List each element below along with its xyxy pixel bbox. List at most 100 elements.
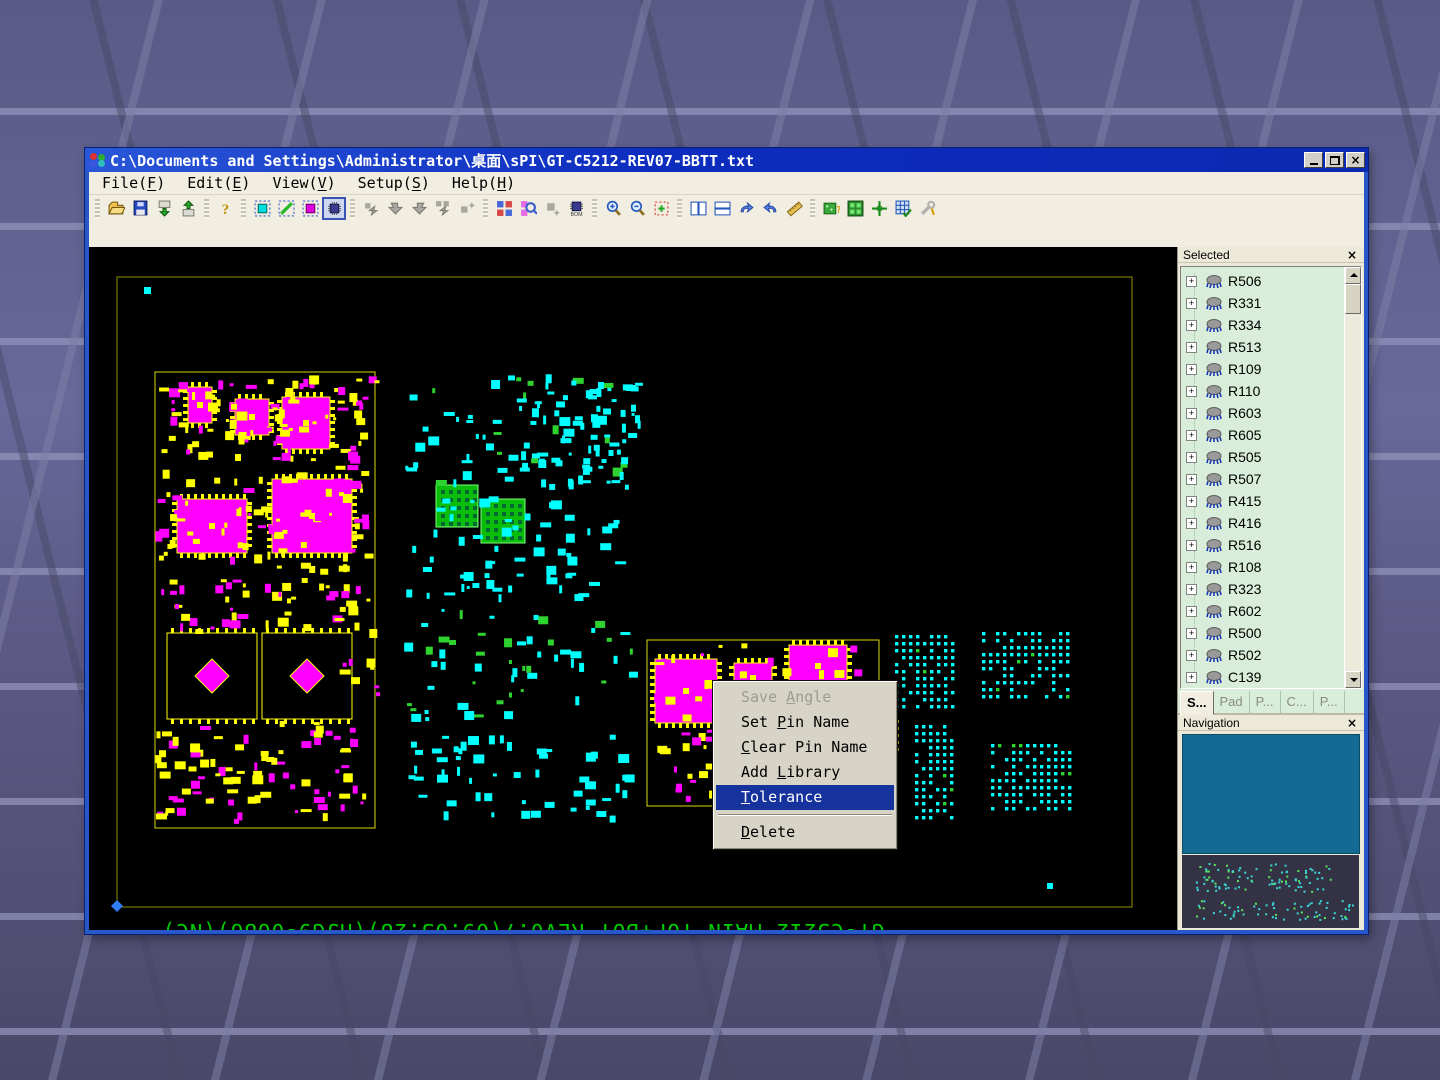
expand-toggle-icon[interactable]: + [1186, 474, 1197, 485]
tree-row-r416[interactable]: +R416 [1181, 512, 1344, 534]
toolbar-button-bom-grid[interactable] [843, 197, 867, 220]
navigation-panel-header[interactable]: Navigation × [1178, 715, 1364, 731]
toolbar-button-open-file[interactable] [104, 197, 128, 220]
expand-toggle-icon[interactable]: + [1186, 496, 1197, 507]
menu-item-setup[interactable]: Setup(S) [347, 172, 441, 194]
toolbar-button-split-horizontal[interactable] [710, 197, 734, 220]
tree-scrollbar[interactable] [1344, 267, 1361, 688]
toolbar-button-align-parts[interactable] [492, 197, 516, 220]
tree-row-r415[interactable]: +R415 [1181, 490, 1344, 512]
toolbar-button-center-cross[interactable] [867, 197, 891, 220]
minimize-button[interactable] [1304, 152, 1323, 168]
expand-toggle-icon[interactable]: + [1186, 298, 1197, 309]
expand-toggle-icon[interactable]: + [1186, 606, 1197, 617]
context-menu-item-tolerance[interactable]: Tolerance [716, 785, 894, 810]
tree-row-r506[interactable]: +R506 [1181, 270, 1344, 292]
expand-toggle-icon[interactable]: + [1186, 540, 1197, 551]
tree-row-r513[interactable]: +R513 [1181, 336, 1344, 358]
toolbar-button-rotate-part[interactable] [383, 197, 407, 220]
toolbar-button-bom-part[interactable]: BOM [564, 197, 588, 220]
navigation-panel-close-icon[interactable]: × [1345, 716, 1359, 730]
tab-p2[interactable]: P... [1314, 691, 1345, 713]
tree-row-r109[interactable]: +R109 [1181, 358, 1344, 380]
scroll-down-button[interactable] [1345, 671, 1361, 688]
component-tree[interactable]: +R506+R331+R334+R513+R109+R110+R603+R605… [1181, 267, 1344, 688]
expand-toggle-icon[interactable]: + [1186, 408, 1197, 419]
tree-row-r110[interactable]: +R110 [1181, 380, 1344, 402]
toolbar-button-move-pin[interactable] [359, 197, 383, 220]
toolbar-button-part-sparkle[interactable] [455, 197, 479, 220]
expand-toggle-icon[interactable]: + [1186, 518, 1197, 529]
scroll-thumb[interactable] [1345, 284, 1361, 314]
menu-item-file[interactable]: File(F) [91, 172, 176, 194]
toolbar-button-rotate-part2[interactable] [407, 197, 431, 220]
toolbar-button-move-group[interactable] [431, 197, 455, 220]
tree-row-r500[interactable]: +R500 [1181, 622, 1344, 644]
menu-item-help[interactable]: Help(H) [441, 172, 526, 194]
tree-row-r605[interactable]: +R605 [1181, 424, 1344, 446]
tree-row-r516[interactable]: +R516 [1181, 534, 1344, 556]
toolbar-button-draw-line-tool[interactable] [274, 197, 298, 220]
context-menu-item-set-pin-name[interactable]: Set Pin Name [716, 710, 894, 735]
toolbar-button-board-info[interactable]: ? [819, 197, 843, 220]
expand-toggle-icon[interactable]: + [1186, 364, 1197, 375]
toolbar-button-undo[interactable] [758, 197, 782, 220]
expand-toggle-icon[interactable]: + [1186, 386, 1197, 397]
tree-row-r505[interactable]: +R505 [1181, 446, 1344, 468]
menu-item-view[interactable]: View(V) [261, 172, 346, 194]
toolbar-button-grid-settings[interactable] [891, 197, 915, 220]
expand-toggle-icon[interactable]: + [1186, 672, 1197, 683]
expand-toggle-icon[interactable]: + [1186, 452, 1197, 463]
tree-row-r331[interactable]: +R331 [1181, 292, 1344, 314]
selected-panel-header[interactable]: Selected × [1178, 247, 1364, 263]
close-button[interactable]: × [1346, 152, 1365, 168]
scroll-track[interactable] [1345, 314, 1361, 671]
toolbar-button-find-part[interactable] [516, 197, 540, 220]
tab-p1[interactable]: P... [1250, 691, 1281, 713]
tree-row-r323[interactable]: +R323 [1181, 578, 1344, 600]
toolbar-button-save-file[interactable] [128, 197, 152, 220]
toolbar-button-import-down[interactable] [152, 197, 176, 220]
expand-toggle-icon[interactable]: + [1186, 430, 1197, 441]
context-menu-item-add-library[interactable]: Add Library [716, 760, 894, 785]
tab-s[interactable]: S... [1180, 691, 1214, 715]
tree-row-r108[interactable]: +R108 [1181, 556, 1344, 578]
expand-toggle-icon[interactable]: + [1186, 584, 1197, 595]
toolbar-button-export-up[interactable] [176, 197, 200, 220]
toolbar-button-zoom-in[interactable] [601, 197, 625, 220]
tree-row-c139[interactable]: +C139 [1181, 666, 1344, 688]
nav-board-thumbnail[interactable] [1182, 855, 1359, 928]
toolbar-button-component-tool[interactable] [322, 197, 346, 220]
tab-c[interactable]: C... [1281, 691, 1314, 713]
expand-toggle-icon[interactable]: + [1186, 562, 1197, 573]
tree-row-r502[interactable]: +R502 [1181, 644, 1344, 666]
context-menu-item-delete[interactable]: Delete [716, 820, 894, 845]
expand-toggle-icon[interactable]: + [1186, 342, 1197, 353]
tab-pad[interactable]: Pad [1214, 691, 1250, 713]
tree-row-r334[interactable]: +R334 [1181, 314, 1344, 336]
tree-row-r602[interactable]: +R602 [1181, 600, 1344, 622]
title-bar[interactable]: C:\Documents and Settings\Administrator\… [85, 148, 1368, 172]
toolbar-button-split-vertical[interactable] [686, 197, 710, 220]
tree-row-r507[interactable]: +R507 [1181, 468, 1344, 490]
toolbar-button-redo[interactable] [734, 197, 758, 220]
context-menu-item-clear-pin-name[interactable]: Clear Pin Name [716, 735, 894, 760]
toolbar-button-highlight-part[interactable] [540, 197, 564, 220]
restore-button[interactable] [1325, 152, 1344, 168]
scroll-up-button[interactable] [1345, 267, 1361, 284]
expand-toggle-icon[interactable]: + [1186, 628, 1197, 639]
toolbar-button-select-pad-tool[interactable] [250, 197, 274, 220]
pcb-canvas[interactable]: GT-C5212 MAIN TOP+BOT REV0.7(09.03.28)(H… [89, 247, 1177, 930]
toolbar-button-zoom-out[interactable] [625, 197, 649, 220]
selected-panel-close-icon[interactable]: × [1345, 248, 1359, 262]
tree-row-r603[interactable]: +R603 [1181, 402, 1344, 424]
toolbar-button-zoom-fit[interactable] [649, 197, 673, 220]
expand-toggle-icon[interactable]: + [1186, 650, 1197, 661]
toolbar-button-help[interactable]: ? [213, 197, 237, 220]
expand-toggle-icon[interactable]: + [1186, 320, 1197, 331]
toolbar-button-settings-tools[interactable] [915, 197, 939, 220]
nav-viewport-box[interactable] [1182, 734, 1360, 854]
expand-toggle-icon[interactable]: + [1186, 276, 1197, 287]
toolbar-button-select-silk-tool[interactable] [298, 197, 322, 220]
toolbar-button-measure[interactable] [782, 197, 806, 220]
